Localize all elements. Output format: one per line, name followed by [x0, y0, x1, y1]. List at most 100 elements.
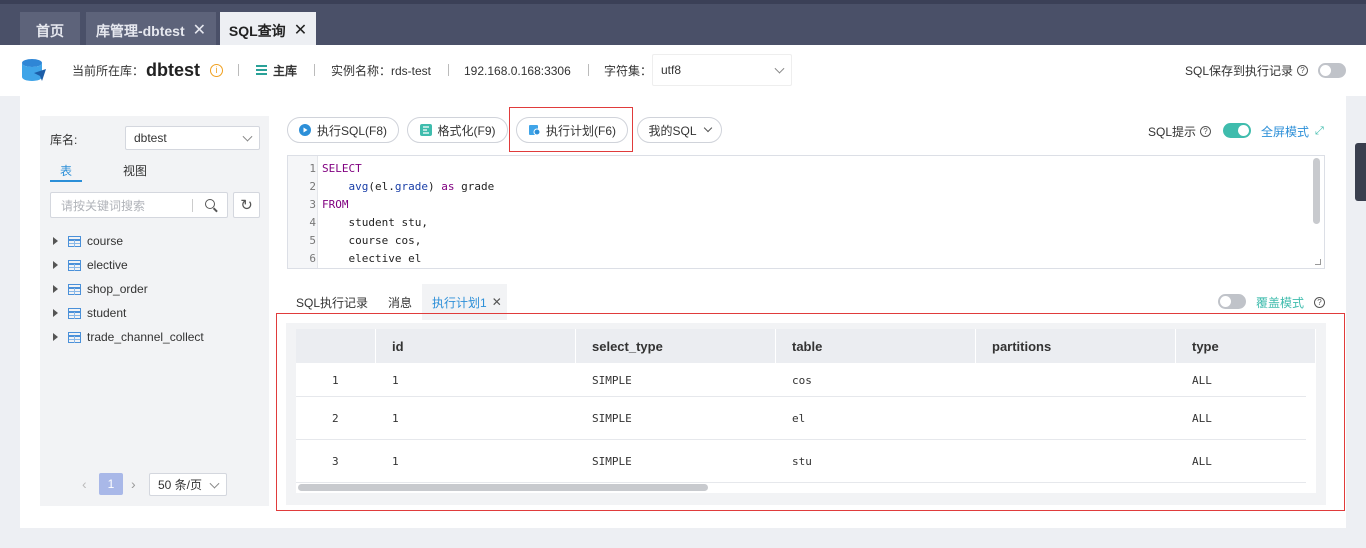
horizontal-scrollbar[interactable] — [298, 484, 708, 491]
column-header-table[interactable]: table — [776, 329, 976, 363]
expand-icon: ⤢ — [1315, 125, 1324, 137]
tree-item-shop-order[interactable]: shop_order — [53, 279, 148, 299]
charset-select[interactable]: utf8 — [652, 54, 792, 86]
save-history-toggle[interactable] — [1318, 63, 1346, 78]
row-index: 2 — [332, 412, 339, 425]
column-header-index — [296, 329, 376, 363]
tab-messages[interactable]: 消息 — [388, 284, 412, 320]
side-widget[interactable] — [1355, 143, 1366, 201]
plan-icon — [529, 125, 540, 136]
help-icon[interactable]: ? — [1297, 65, 1309, 76]
table-search-input[interactable]: 请按关键词搜索 — [50, 192, 228, 218]
refresh-icon: ↻ — [240, 197, 253, 214]
explain-plan-button[interactable]: 执行计划(F6) — [516, 117, 628, 143]
column-header-select-type[interactable]: select_type — [576, 329, 776, 363]
instance-name: 实例名称：rds-test — [331, 64, 432, 78]
next-page-icon[interactable]: › — [131, 476, 136, 492]
table-icon — [68, 283, 81, 295]
overwrite-mode-label: 覆盖模式 — [1256, 296, 1305, 310]
table-icon — [68, 331, 81, 343]
info-icon[interactable]: i — [210, 64, 224, 77]
column-header-partitions[interactable]: partitions — [976, 329, 1176, 363]
code-line: FROM — [322, 198, 349, 211]
format-button[interactable]: 格式化(F9) — [407, 117, 508, 143]
sql-hint-label: SQL提示 — [1148, 125, 1197, 139]
table-cell[interactable]: ALL — [1176, 440, 1212, 483]
close-icon[interactable]: ✕ — [193, 22, 206, 39]
chevron-down-icon — [209, 478, 220, 489]
fullscreen-button[interactable]: 全屏模式 ⤢ — [1261, 123, 1324, 140]
table-cell[interactable]: el — [776, 397, 805, 440]
tree-item-course[interactable]: course — [53, 231, 123, 251]
chevron-down-icon — [774, 63, 785, 74]
table-cell[interactable] — [976, 397, 992, 440]
current-db-name: dbtest — [146, 60, 201, 80]
code-line: SELECT — [322, 162, 362, 175]
sql-editor[interactable]: 1 2 3 4 5 6 SELECT avg(el.grade) as grad… — [287, 155, 1325, 269]
table-cell[interactable]: stu — [776, 440, 812, 483]
code-line: student stu, — [322, 216, 428, 229]
chevron-down-icon — [703, 123, 712, 133]
current-db-label: 当前所在库： — [72, 64, 145, 78]
code-line: elective el — [322, 252, 422, 265]
prev-page-icon[interactable]: ‹ — [82, 476, 87, 492]
tree-item-student[interactable]: student — [53, 303, 126, 323]
help-icon[interactable]: ? — [1314, 297, 1326, 308]
save-history-label: SQL保存到执行记录 — [1185, 64, 1294, 78]
list-icon — [256, 65, 267, 76]
row-index: 1 — [332, 373, 339, 387]
table-cell[interactable]: ALL — [1176, 363, 1212, 397]
overwrite-mode-toggle[interactable] — [1218, 294, 1246, 309]
page-number[interactable]: 1 — [99, 473, 123, 495]
tab-home[interactable]: 首页 — [20, 12, 80, 49]
resize-handle[interactable] — [1315, 259, 1321, 265]
tab-sql-query[interactable]: SQL查询 ✕ — [220, 12, 316, 49]
table-icon — [68, 259, 81, 271]
table-cell[interactable] — [976, 363, 992, 397]
tab-explain-plan-1[interactable]: 执行计划1 ✕ — [422, 284, 507, 320]
tab-sql-history[interactable]: SQL执行记录 — [296, 284, 368, 320]
table-cell[interactable]: 1 — [376, 440, 399, 483]
db-info-bar: 当前所在库： dbtest i 主库 实例名称：rds-test 192.168… — [0, 45, 1366, 96]
table-cell[interactable]: SIMPLE — [576, 440, 632, 483]
page-size-select[interactable]: 50 条/页 — [149, 473, 227, 496]
tree-item-trade-channel-collect[interactable]: trade_channel_collect — [53, 327, 204, 347]
sql-keyword: SELECT — [322, 162, 362, 175]
table-icon — [68, 307, 81, 319]
run-sql-button[interactable]: 执行SQL(F8) — [287, 117, 399, 143]
table-cell[interactable]: SIMPLE — [576, 397, 632, 440]
tab-views[interactable]: 视图 — [123, 162, 147, 179]
refresh-button[interactable]: ↻ — [233, 192, 260, 218]
play-icon — [298, 124, 311, 136]
close-icon[interactable]: ✕ — [492, 295, 502, 309]
result-grid[interactable]: id select_type table partitions type 1 1… — [296, 329, 1316, 493]
tab-bar: 首页 库管理-dbtest ✕ SQL查询 ✕ — [0, 0, 1366, 49]
charset-label: 字符集： — [604, 64, 653, 78]
editor-scrollbar[interactable] — [1313, 158, 1320, 224]
tab-db-manage[interactable]: 库管理-dbtest ✕ — [86, 12, 216, 49]
column-header-type[interactable]: type — [1176, 329, 1316, 363]
column-header-id[interactable]: id — [376, 329, 576, 363]
line-gutter: 1 2 3 4 5 6 — [288, 156, 318, 268]
table-cell[interactable]: SIMPLE — [576, 363, 632, 397]
chevron-down-icon — [242, 131, 253, 142]
role-label: 主库 — [273, 64, 298, 78]
table-cell[interactable]: ALL — [1176, 397, 1212, 440]
db-select[interactable]: dbtest — [125, 126, 260, 150]
table-cell[interactable]: 1 — [376, 363, 399, 397]
my-sql-dropdown[interactable]: 我的SQL — [637, 117, 722, 143]
close-icon[interactable]: ✕ — [294, 22, 307, 39]
code-line: course cos, — [322, 234, 422, 247]
help-icon[interactable]: ? — [1200, 126, 1212, 137]
db-name-label: 库名: — [50, 133, 78, 147]
table-cell[interactable] — [976, 440, 992, 483]
sql-hint-toggle[interactable] — [1223, 123, 1251, 138]
table-cell[interactable]: cos — [776, 363, 812, 397]
database-logo-icon — [20, 45, 50, 96]
format-icon — [419, 124, 432, 136]
tab-tables[interactable]: 表 — [50, 162, 82, 182]
table-cell[interactable]: 1 — [376, 397, 399, 440]
row-index: 3 — [332, 455, 339, 468]
table-icon — [68, 235, 81, 247]
tree-item-elective[interactable]: elective — [53, 255, 128, 275]
